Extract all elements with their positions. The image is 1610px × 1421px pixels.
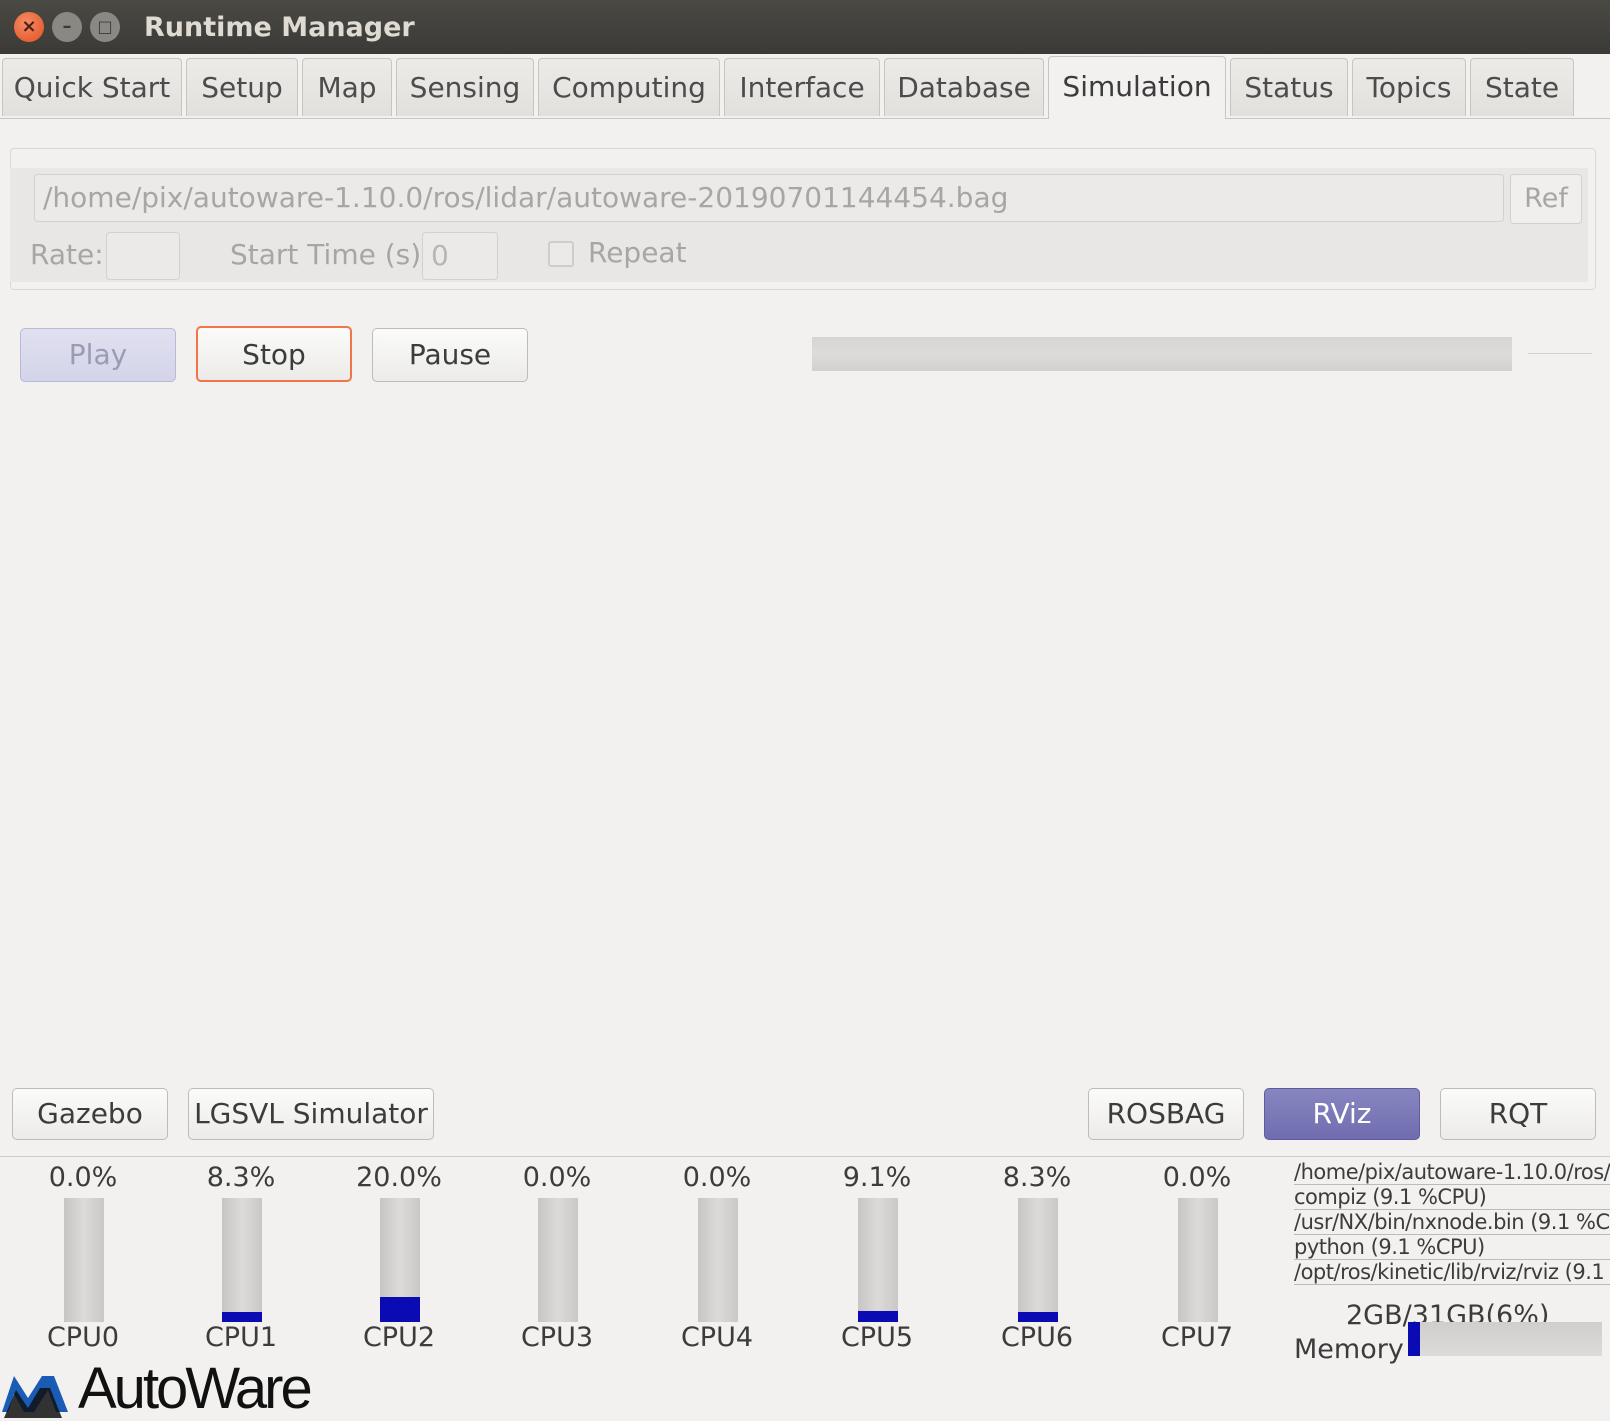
start-time-label: Start Time (s): xyxy=(230,238,431,271)
rviz-button[interactable]: RViz xyxy=(1264,1088,1420,1140)
cpu-label: CPU4 xyxy=(680,1322,754,1353)
title-bar: × – □ Runtime Manager xyxy=(0,0,1610,54)
cpu-label: CPU0 xyxy=(46,1322,120,1353)
logo-text: AutoWare xyxy=(78,1356,313,1421)
bag-path-input[interactable]: /home/pix/autoware-1.10.0/ros/lidar/auto… xyxy=(34,174,1504,222)
tab-state[interactable]: State xyxy=(1470,58,1574,116)
window-title: Runtime Manager xyxy=(144,12,415,43)
process-list: /home/pix/autoware-1.10.0/ros/ compiz (9… xyxy=(1294,1160,1610,1285)
process-item: /usr/NX/bin/nxnode.bin (9.1 %CP xyxy=(1294,1210,1610,1235)
cpu-meter-fill xyxy=(858,1310,898,1322)
start-time-input[interactable]: 0 xyxy=(422,232,498,280)
divider xyxy=(1528,353,1592,354)
repeat-checkbox[interactable] xyxy=(548,241,574,267)
cpu-meter-fill xyxy=(1018,1311,1058,1322)
cpu-meter xyxy=(858,1198,898,1322)
process-item: compiz (9.1 %CPU) xyxy=(1294,1185,1610,1210)
tab-status[interactable]: Status xyxy=(1230,58,1348,116)
memory-label: Memory xyxy=(1294,1334,1404,1365)
process-item: python (9.1 %CPU) xyxy=(1294,1235,1610,1260)
cpu-meter-fill xyxy=(380,1297,420,1322)
tab-map[interactable]: Map xyxy=(302,58,392,116)
close-icon[interactable]: × xyxy=(14,12,44,42)
rate-input[interactable] xyxy=(106,232,180,280)
tab-panel-border xyxy=(0,118,1610,119)
tab-quick-start[interactable]: Quick Start xyxy=(2,58,182,116)
pause-button[interactable]: Pause xyxy=(372,328,528,382)
lgsvl-simulator-button[interactable]: LGSVL Simulator xyxy=(188,1088,434,1140)
divider xyxy=(0,1156,1610,1157)
cpu-meter xyxy=(538,1198,578,1322)
cpu-label: CPU1 xyxy=(204,1322,278,1353)
cpu-label: CPU5 xyxy=(840,1322,914,1353)
cpu-percent: 0.0% xyxy=(522,1162,592,1193)
tab-database[interactable]: Database xyxy=(884,58,1044,116)
cpu-label: CPU2 xyxy=(362,1322,436,1353)
memory-meter-fill xyxy=(1408,1322,1420,1356)
gazebo-button[interactable]: Gazebo xyxy=(12,1088,168,1140)
process-item: /opt/ros/kinetic/lib/rviz/rviz (9.1 xyxy=(1294,1260,1610,1285)
cpu-meter xyxy=(1018,1198,1058,1322)
tab-topics[interactable]: Topics xyxy=(1352,58,1466,116)
tab-bar: Quick Start Setup Map Sensing Computing … xyxy=(0,56,1610,119)
cpu-percent: 9.1% xyxy=(842,1162,912,1193)
cpu-percent: 20.0% xyxy=(356,1162,442,1193)
rosbag-button[interactable]: ROSBAG xyxy=(1088,1088,1244,1140)
tab-computing[interactable]: Computing xyxy=(538,58,720,116)
cpu-percent: 0.0% xyxy=(682,1162,752,1193)
cpu-meter xyxy=(698,1198,738,1322)
tab-sensing[interactable]: Sensing xyxy=(396,58,534,116)
playback-progress-bar xyxy=(812,337,1512,371)
cpu-percent: 0.0% xyxy=(1162,1162,1232,1193)
cpu-meter xyxy=(380,1198,420,1322)
tab-setup[interactable]: Setup xyxy=(186,58,298,116)
minimize-icon[interactable]: – xyxy=(52,12,82,42)
cpu-percent: 0.0% xyxy=(48,1162,118,1193)
memory-meter xyxy=(1408,1322,1602,1356)
stop-button[interactable]: Stop xyxy=(196,326,352,382)
repeat-label: Repeat xyxy=(588,236,687,269)
rqt-button[interactable]: RQT xyxy=(1440,1088,1596,1140)
process-item: /home/pix/autoware-1.10.0/ros/ xyxy=(1294,1160,1610,1185)
tab-interface[interactable]: Interface xyxy=(724,58,880,116)
cpu-label: CPU7 xyxy=(1160,1322,1234,1353)
tab-simulation[interactable]: Simulation xyxy=(1048,56,1226,119)
cpu-label: CPU6 xyxy=(1000,1322,1074,1353)
cpu-label: CPU3 xyxy=(520,1322,594,1353)
cpu-meter-fill xyxy=(222,1311,262,1322)
maximize-icon[interactable]: □ xyxy=(90,12,120,42)
cpu-percent: 8.3% xyxy=(206,1162,276,1193)
ref-button[interactable]: Ref xyxy=(1510,174,1582,224)
cpu-meter xyxy=(64,1198,104,1322)
cpu-meter xyxy=(1178,1198,1218,1322)
cpu-percent: 8.3% xyxy=(1002,1162,1072,1193)
cpu-meter xyxy=(222,1198,262,1322)
rate-label: Rate: xyxy=(30,238,104,271)
play-button[interactable]: Play xyxy=(20,328,176,382)
